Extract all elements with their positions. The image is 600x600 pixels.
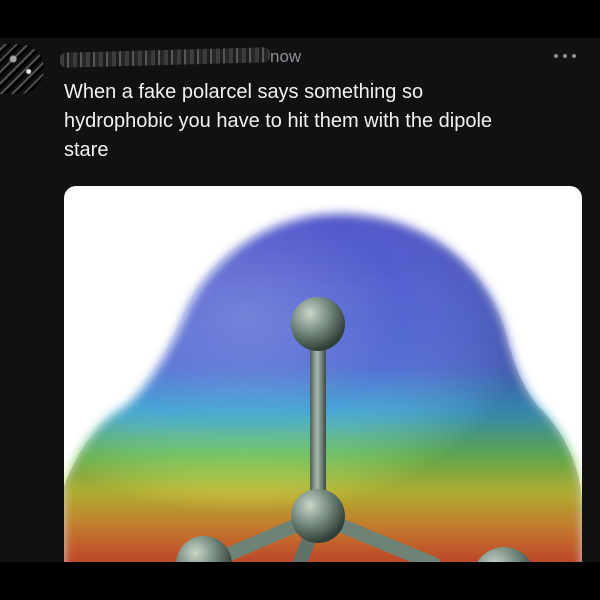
post-image[interactable] — [64, 186, 582, 562]
more-icon[interactable] — [554, 48, 576, 64]
timestamp: now — [270, 47, 302, 66]
top-hydrogen-atom — [291, 297, 345, 351]
more-dot — [572, 54, 576, 58]
post-card: now When a fake polarcel says something … — [0, 38, 600, 562]
screenshot: now When a fake polarcel says something … — [0, 0, 600, 600]
more-dot — [563, 54, 567, 58]
avatar[interactable] — [0, 44, 44, 94]
central-atom — [291, 489, 345, 543]
redacted-username — [59, 47, 271, 68]
post-text: When a fake polarcel says something so h… — [64, 81, 493, 161]
more-dot — [554, 54, 558, 58]
electrostatic-potential-map-image — [64, 214, 582, 562]
